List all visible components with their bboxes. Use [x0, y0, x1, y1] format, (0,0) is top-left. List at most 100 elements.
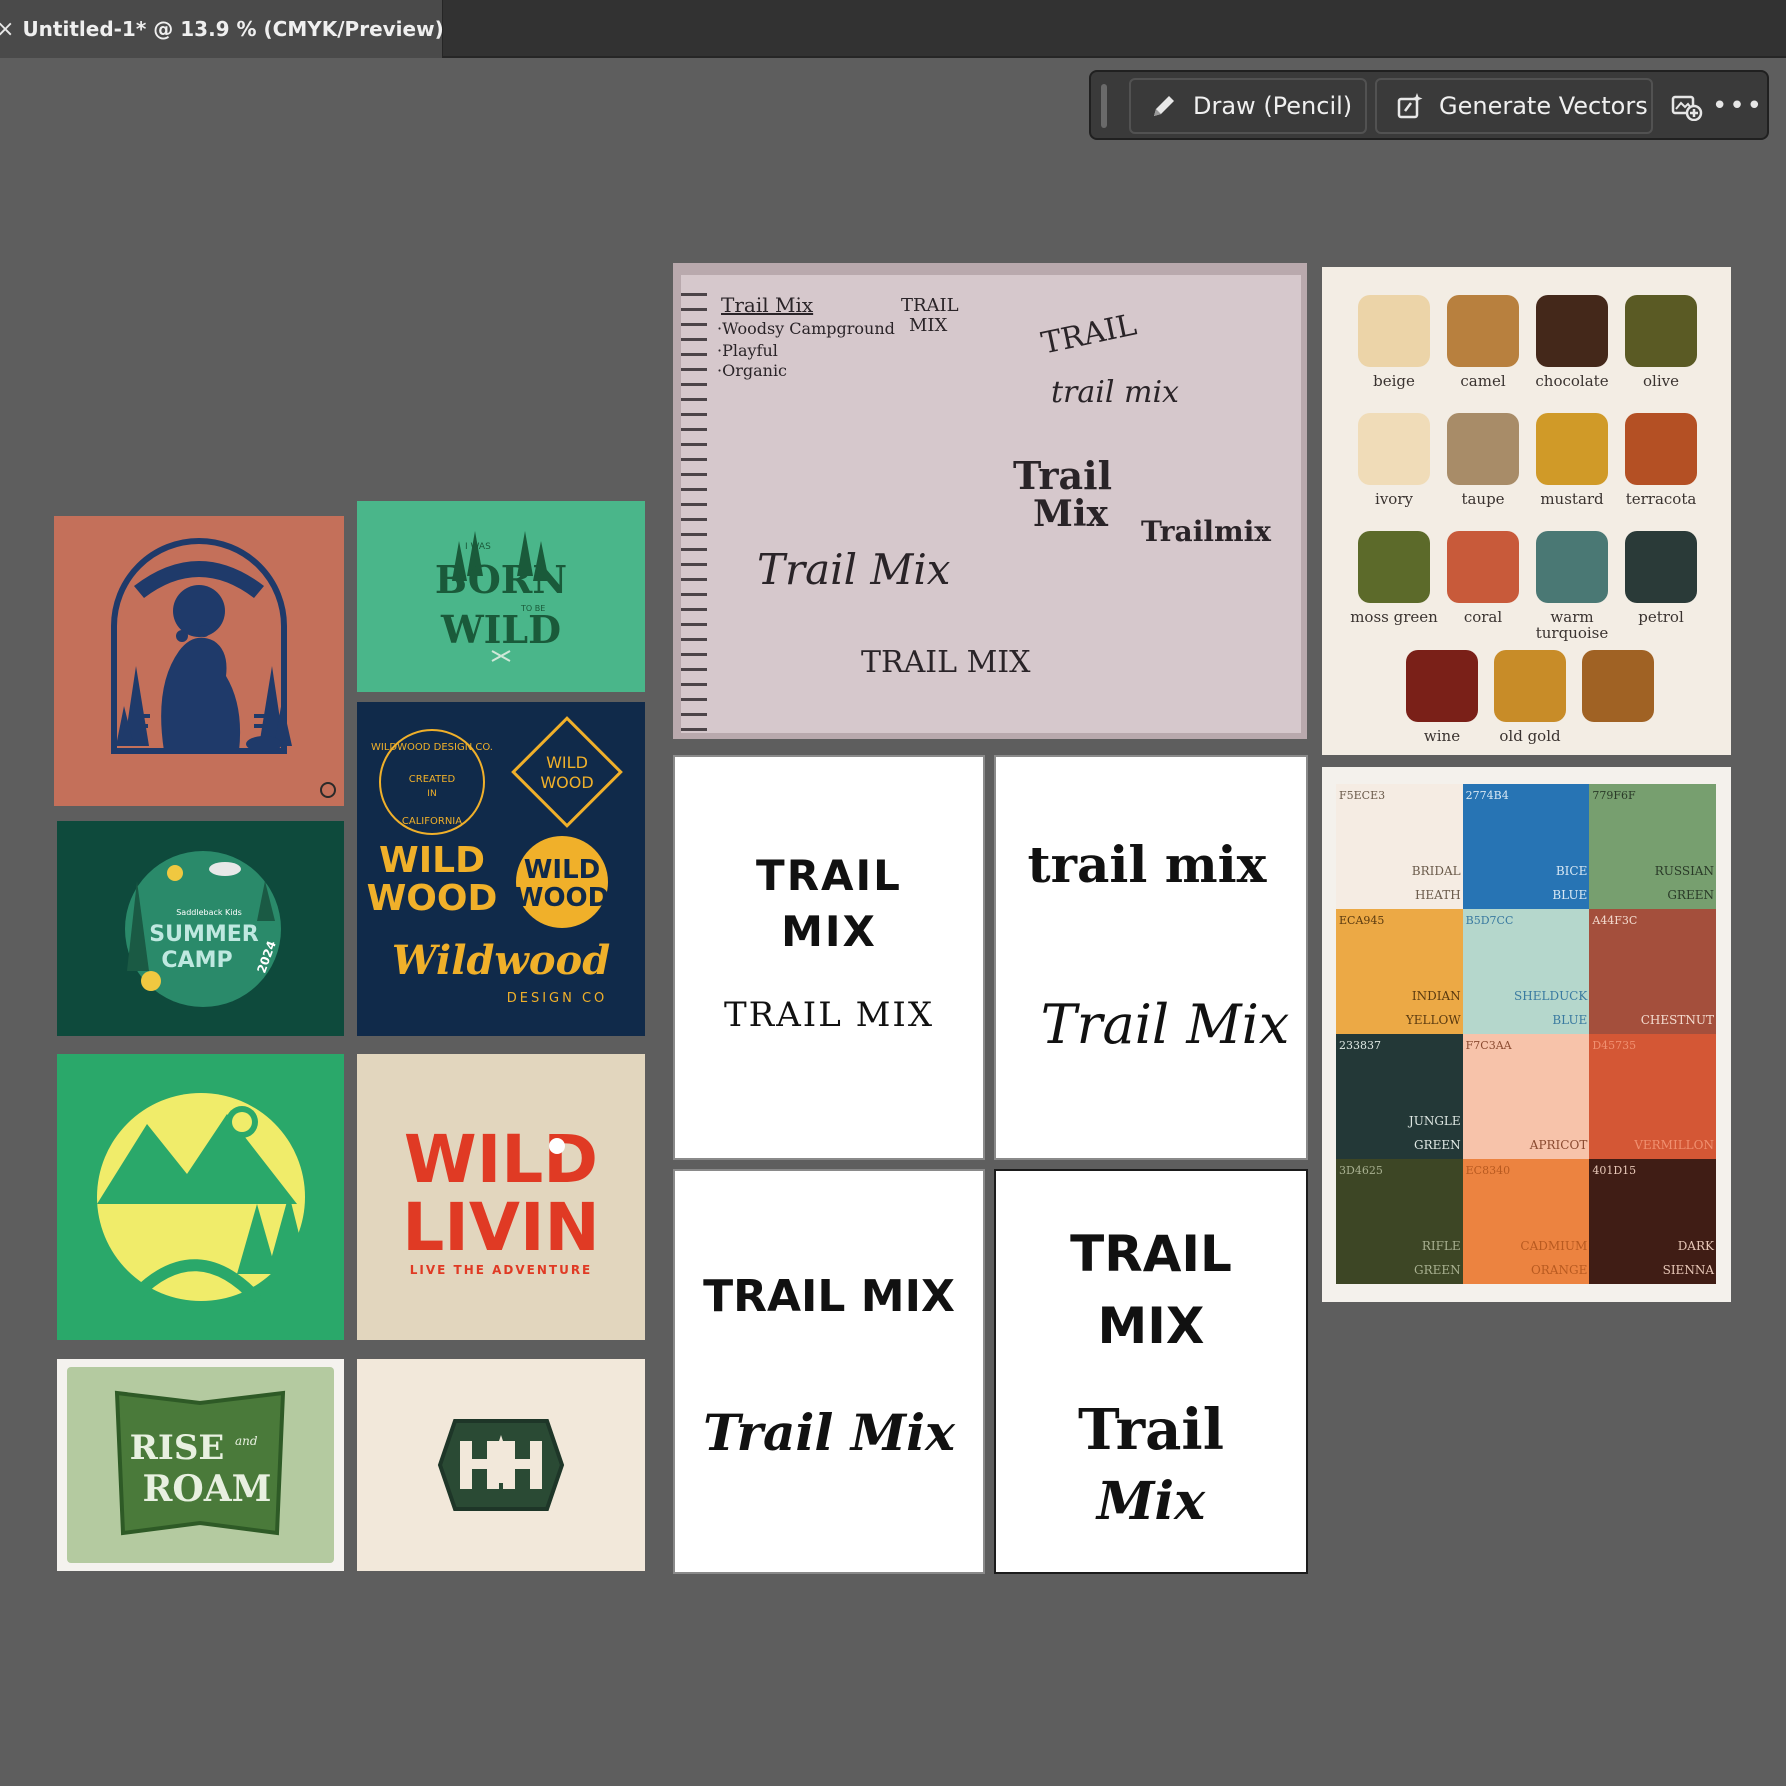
hh-badge-tile[interactable]	[357, 1359, 645, 1571]
summer-camp-tile[interactable]: Saddleback Kids SUMMER CAMP 2024	[57, 821, 344, 1036]
type-card-4[interactable]: TRAIL MIX Trail Mix	[994, 1169, 1308, 1574]
wildwood-ring-text: WILDWOOD DESIGN CO.	[371, 742, 493, 753]
sketchbook-photo[interactable]: Trail Mix ·Woodsy Campground ·Playful ·O…	[673, 263, 1307, 739]
named-color-palette[interactable]: beige camel chocolate olive ivory taupe mustar…	[1322, 267, 1731, 755]
hex-swatch[interactable]: A44F3C CHESTNUT	[1589, 909, 1716, 1034]
palette-swatch[interactable]	[1494, 650, 1566, 722]
rise-and-roam-tile[interactable]: RISE and ROAM	[57, 1359, 344, 1571]
hex-swatch[interactable]: F5ECE3 BRIDAL HEATH	[1336, 784, 1463, 909]
hex-color-name: CADMIUM ORANGE	[1520, 1234, 1587, 1282]
hh-badge-logo	[437, 1419, 565, 1511]
hex-code: F7C3AA	[1465, 1039, 1512, 1052]
type3-line1: TRAIL MIX	[703, 1271, 955, 1322]
wildlivin-line1: WILD	[404, 1121, 598, 1198]
wildwood-badge-wild: WILD	[524, 855, 601, 885]
hex-color-name: CHESTNUT	[1641, 1008, 1714, 1032]
hex-swatch[interactable]: EC8340 CADMIUM ORANGE	[1462, 1159, 1590, 1284]
hex-swatch[interactable]: 401D15 DARK SIENNA	[1589, 1159, 1716, 1284]
palette-swatch[interactable]	[1447, 413, 1519, 485]
generate-vectors-button[interactable]: Generate Vectors	[1375, 78, 1653, 134]
hex-color-palette[interactable]: F5ECE3 BRIDAL HEATH 2774B4 BICE BLUE 779F6F RUS…	[1322, 767, 1731, 1302]
hex-color-name: RUSSIAN GREEN	[1655, 859, 1714, 907]
illustrator-canvas[interactable]: × Untitled-1* @ 13.9 % (CMYK/Preview) Dr…	[0, 0, 1786, 1786]
hex-swatch[interactable]: B5D7CC SHELDUCK BLUE	[1462, 909, 1590, 1034]
palette-swatch[interactable]	[1536, 531, 1608, 603]
hex-code: A44F3C	[1592, 914, 1638, 927]
wildwood-diamond-wood: WOOD	[540, 773, 593, 792]
wildwood-diamond-wild: WILD	[546, 753, 588, 772]
hex-code: ECA945	[1339, 914, 1385, 927]
hex-color-name: APRICOT	[1530, 1133, 1588, 1157]
hex-swatch[interactable]: ECA945 INDIAN YELLOW	[1336, 909, 1463, 1034]
document-tab[interactable]: × Untitled-1* @ 13.9 % (CMYK/Preview)	[0, 0, 444, 58]
summer-line0: Saddleback Kids	[176, 908, 242, 917]
hex-color-name: BRIDAL HEATH	[1412, 859, 1461, 907]
palette-swatch[interactable]	[1447, 295, 1519, 367]
palette-swatch[interactable]	[1358, 295, 1430, 367]
hex-color-name-line1: APRICOT	[1529, 1138, 1588, 1152]
drag-handle[interactable]	[1101, 84, 1107, 128]
sketch-note-3: ·Organic	[717, 361, 788, 380]
palette-swatch-label: petrol	[1638, 608, 1684, 626]
rise-line2: and	[235, 1434, 258, 1448]
sketch-label-8: Trailmix	[1141, 515, 1271, 548]
sketch-label-6: Trail	[1013, 453, 1113, 498]
palette-swatch[interactable]	[1358, 413, 1430, 485]
palette-swatch[interactable]	[1625, 295, 1697, 367]
palette-swatch[interactable]	[1358, 531, 1430, 603]
hex-swatch[interactable]: 779F6F RUSSIAN GREEN	[1589, 784, 1716, 909]
wild-livin-tile[interactable]: WILD LIVIN LIVE THE ADVENTURE	[357, 1054, 645, 1340]
document-tab-bar: × Untitled-1* @ 13.9 % (CMYK/Preview)	[0, 0, 1786, 58]
type1-line3: TRAIL MIX	[723, 995, 935, 1035]
hex-swatch[interactable]: D45735 VERMILLON	[1589, 1034, 1716, 1159]
palette-swatch[interactable]	[1406, 650, 1478, 722]
wildwood-badge-wood: WOOD	[515, 883, 609, 913]
type-card-1[interactable]: TRAIL MIX TRAIL MIX	[673, 755, 985, 1160]
mountain-landscape-tile[interactable]	[57, 1054, 344, 1340]
palette-swatch[interactable]	[1536, 413, 1608, 485]
hex-code: 2774B4	[1465, 789, 1509, 802]
type-card-2[interactable]: trail mix Trail Mix	[994, 755, 1308, 1160]
palette-swatch[interactable]	[1536, 295, 1608, 367]
type2-line2: Trail Mix	[1040, 993, 1290, 1056]
hex-color-name-line2: GREEN	[1414, 1263, 1461, 1277]
born-line4: WILD	[440, 607, 561, 652]
palette-swatch-label: terracota	[1625, 490, 1697, 508]
palette-swatch[interactable]	[1625, 413, 1697, 485]
hex-color-name-line1: RUSSIAN	[1654, 864, 1714, 878]
hex-color-name-line1: BICE	[1555, 864, 1588, 878]
wildwood-in: IN	[427, 789, 436, 799]
palette-swatch-label: olive	[1643, 372, 1679, 390]
born-to-be-wild-tile[interactable]: I WAS BORN TO BE WILD	[357, 501, 645, 692]
hex-color-name-line1: CADMIUM	[1520, 1239, 1588, 1253]
draw-pencil-button[interactable]: Draw (Pencil)	[1129, 78, 1367, 134]
palette-swatch[interactable]	[1625, 531, 1697, 603]
hex-color-name-line2: HEATH	[1414, 888, 1461, 902]
generate-vectors-label: Generate Vectors	[1439, 92, 1648, 120]
hex-color-name: VERMILLON	[1634, 1133, 1714, 1157]
bear-illustration-tile[interactable]	[54, 516, 344, 806]
close-tab-icon[interactable]: ×	[0, 17, 14, 42]
sketch-label-5: Trail Mix	[757, 545, 951, 594]
wildwood-design-co-tile[interactable]: WILDWOOD DESIGN CO. CREATED IN CALIFORNI…	[357, 702, 645, 1036]
sketch-label-9: TRAIL MIX	[861, 645, 1031, 680]
hex-swatch[interactable]: F7C3AA APRICOT	[1462, 1034, 1590, 1159]
hex-swatch[interactable]: 2774B4 BICE BLUE	[1462, 784, 1590, 909]
hex-color-name: JUNGLE GREEN	[1409, 1109, 1461, 1157]
add-artboard-icon[interactable]	[1665, 82, 1709, 130]
more-options-icon[interactable]: •••	[1712, 82, 1762, 130]
hex-swatch[interactable]: 233837 JUNGLE GREEN	[1336, 1034, 1463, 1159]
hex-color-name-line2: ORANGE	[1530, 1263, 1588, 1277]
palette-swatch[interactable]	[1447, 531, 1519, 603]
type-card-3[interactable]: TRAIL MIX Trail Mix	[673, 1169, 985, 1574]
wildwood-stack-wild: WILD	[379, 840, 485, 881]
hex-color-name-line1: VERMILLON	[1634, 1138, 1714, 1152]
sketch-label-7: Mix	[1033, 493, 1108, 535]
type4-line2: MIX	[1097, 1297, 1205, 1355]
type1-line1: TRAIL	[756, 851, 902, 900]
document-title: Untitled-1* @ 13.9 % (CMYK/Preview)	[22, 17, 444, 41]
palette-swatch[interactable]	[1582, 650, 1654, 722]
draw-pencil-label: Draw (Pencil)	[1193, 92, 1353, 120]
hex-swatch[interactable]: 3D4625 RIFLE GREEN	[1336, 1159, 1463, 1284]
hex-color-name: BICE BLUE	[1552, 859, 1587, 907]
